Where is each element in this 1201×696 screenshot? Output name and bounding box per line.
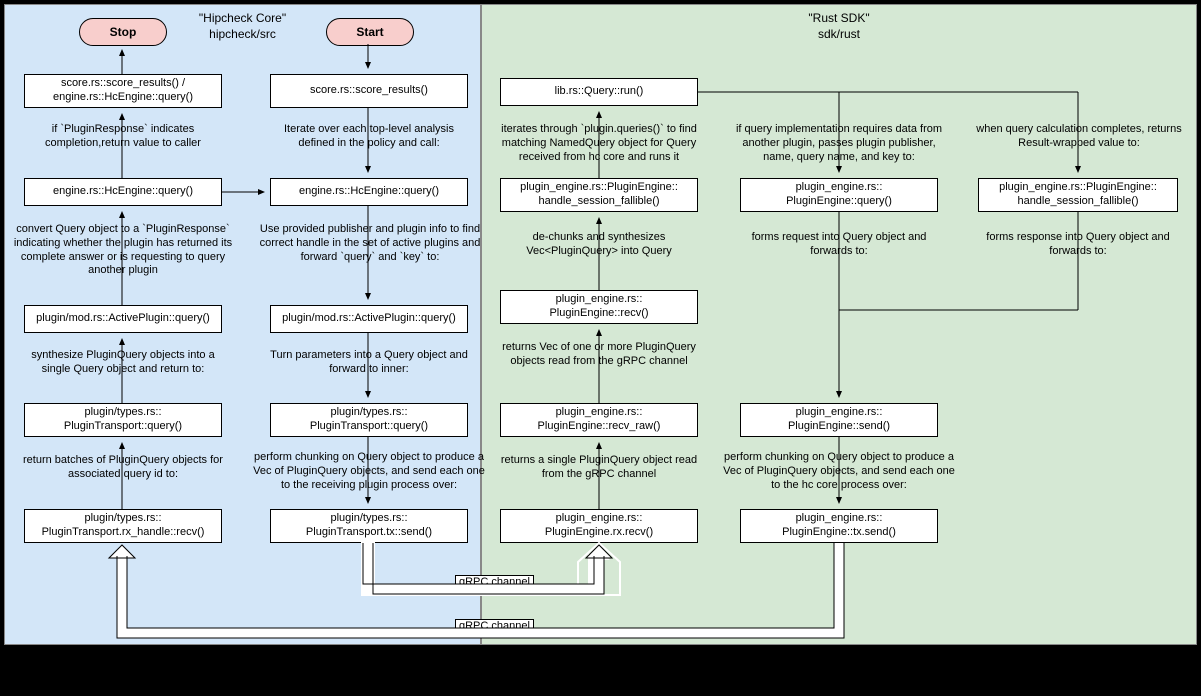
sdk3-l1: when query calculation completes, return… [970,123,1188,151]
hipcheck-title-1: "Hipcheck Core" [199,11,286,25]
start-capsule: Start [326,18,414,46]
hc1-n5: plugin/types.rs::PluginTransport.rx_hand… [24,509,222,543]
hc2-n4: plugin/types.rs::PluginTransport::query(… [270,403,468,437]
sdk-top: lib.rs::Query::run() [500,78,698,106]
rustsdk-title-1: "Rust SDK" [808,11,869,25]
grpc-label-bottom: gRPC channel [455,619,534,633]
sdk1-l2: de-chunks and synthesizes Vec<PluginQuer… [500,231,698,259]
sdk2-l2: forms request into Query object and forw… [740,231,938,259]
sdk3-l2: forms response into Query object and for… [978,231,1178,259]
hc2-n5: plugin/types.rs::PluginTransport.tx::sen… [270,509,468,543]
hc2-l3: Turn parameters into a Query object and … [268,349,470,377]
sdk1-l1: iterates through `plugin.queries()` to f… [490,123,708,164]
hc2-n3: plugin/mod.rs::ActivePlugin::query() [270,305,468,333]
rustsdk-title-2: sdk/rust [818,27,860,41]
stop-capsule: Stop [79,18,167,46]
hc2-n2: engine.rs::HcEngine::query() [270,178,468,206]
sdk3-n1: plugin_engine.rs::PluginEngine::handle_s… [978,178,1178,212]
hc1-n3: plugin/mod.rs::ActivePlugin::query() [24,305,222,333]
hc2-l1: Iterate over each top-level analysis def… [268,123,470,151]
sdk1-n2: plugin_engine.rs::PluginEngine::recv() [500,290,698,324]
grpc-label-top: gRPC channel [455,575,534,589]
sdk1-n3: plugin_engine.rs::PluginEngine::recv_raw… [500,403,698,437]
hc2-l2: Use provided publisher and plugin info t… [252,223,488,264]
hc1-l3: synthesize PluginQuery objects into a si… [22,349,224,377]
sdk1-n1: plugin_engine.rs::PluginEngine::handle_s… [500,178,698,212]
hc1-l4: return batches of PluginQuery objects fo… [22,454,224,482]
hipcheck-title-2: hipcheck/src [209,27,276,41]
hc2-n1: score.rs::score_results() [270,74,468,108]
sdk2-n1: plugin_engine.rs::PluginEngine::query() [740,178,938,212]
hc1-n2: engine.rs::HcEngine::query() [24,178,222,206]
hc1-l1: if `PluginResponse` indicates completion… [22,123,224,151]
hc1-l2: convert Query object to a `PluginRespons… [12,223,234,278]
sdk2-n3send: plugin_engine.rs::PluginEngine::send() [740,403,938,437]
sdk1-n4: plugin_engine.rs::PluginEngine.rx.recv() [500,509,698,543]
hc2-l4: perform chunking on Query object to prod… [248,451,490,492]
sdk2-l3: perform chunking on Query object to prod… [720,451,958,492]
hc1-n1: score.rs::score_results() /engine.rs::Hc… [24,74,222,108]
sdk2-l1: if query implementation requires data fr… [730,123,948,164]
rustsdk-title: "Rust SDK" sdk/rust [482,11,1196,42]
sdk2-n4: plugin_engine.rs::PluginEngine::tx.send(… [740,509,938,543]
hc1-n4: plugin/types.rs::PluginTransport::query(… [24,403,222,437]
sdk1-l3: returns Vec of one or more PluginQuery o… [498,341,700,369]
sdk1-l4: returns a single PluginQuery object read… [498,454,700,482]
